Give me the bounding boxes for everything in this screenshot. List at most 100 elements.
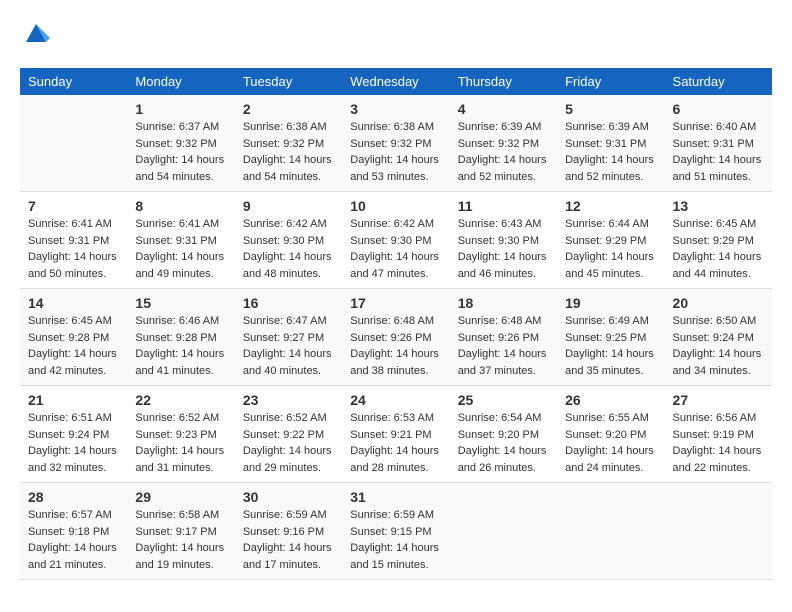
daylight-text: Daylight: 14 hours <box>673 346 764 363</box>
day-number: 18 <box>458 295 549 311</box>
day-number: 8 <box>135 198 226 214</box>
column-header-wednesday: Wednesday <box>342 68 449 95</box>
daylight-text: Daylight: 14 hours <box>135 346 226 363</box>
daylight-text: Daylight: 14 hours <box>673 152 764 169</box>
daylight-text: Daylight: 14 hours <box>135 540 226 557</box>
day-number: 4 <box>458 101 549 117</box>
daylight-minutes-text: and 15 minutes. <box>350 557 441 574</box>
daylight-minutes-text: and 52 minutes. <box>458 169 549 186</box>
sunset-text: Sunset: 9:29 PM <box>565 233 656 250</box>
calendar-cell <box>450 483 557 580</box>
calendar-cell <box>557 483 664 580</box>
day-number: 14 <box>28 295 119 311</box>
daylight-minutes-text: and 47 minutes. <box>350 266 441 283</box>
sunrise-text: Sunrise: 6:52 AM <box>135 410 226 427</box>
sunrise-text: Sunrise: 6:42 AM <box>350 216 441 233</box>
column-header-thursday: Thursday <box>450 68 557 95</box>
sunrise-text: Sunrise: 6:44 AM <box>565 216 656 233</box>
sunrise-text: Sunrise: 6:48 AM <box>458 313 549 330</box>
calendar-cell: 28Sunrise: 6:57 AMSunset: 9:18 PMDayligh… <box>20 483 127 580</box>
sunrise-text: Sunrise: 6:42 AM <box>243 216 334 233</box>
daylight-text: Daylight: 14 hours <box>350 443 441 460</box>
daylight-text: Daylight: 14 hours <box>135 443 226 460</box>
sunset-text: Sunset: 9:19 PM <box>673 427 764 444</box>
sunrise-text: Sunrise: 6:47 AM <box>243 313 334 330</box>
daylight-minutes-text: and 54 minutes. <box>135 169 226 186</box>
daylight-text: Daylight: 14 hours <box>135 249 226 266</box>
calendar-cell: 31Sunrise: 6:59 AMSunset: 9:15 PMDayligh… <box>342 483 449 580</box>
calendar-cell: 23Sunrise: 6:52 AMSunset: 9:22 PMDayligh… <box>235 386 342 483</box>
daylight-minutes-text: and 37 minutes. <box>458 363 549 380</box>
daylight-minutes-text: and 48 minutes. <box>243 266 334 283</box>
day-number: 23 <box>243 392 334 408</box>
sunrise-text: Sunrise: 6:41 AM <box>135 216 226 233</box>
day-number: 30 <box>243 489 334 505</box>
daylight-minutes-text: and 54 minutes. <box>243 169 334 186</box>
sunset-text: Sunset: 9:20 PM <box>565 427 656 444</box>
daylight-text: Daylight: 14 hours <box>565 152 656 169</box>
daylight-minutes-text: and 40 minutes. <box>243 363 334 380</box>
sunrise-text: Sunrise: 6:40 AM <box>673 119 764 136</box>
sunset-text: Sunset: 9:31 PM <box>135 233 226 250</box>
calendar-cell: 15Sunrise: 6:46 AMSunset: 9:28 PMDayligh… <box>127 289 234 386</box>
calendar-cell: 1Sunrise: 6:37 AMSunset: 9:32 PMDaylight… <box>127 95 234 192</box>
calendar-cell: 8 Sunrise: 6:41 AMSunset: 9:31 PMDaylight… <box>127 192 234 289</box>
sunset-text: Sunset: 9:29 PM <box>673 233 764 250</box>
calendar-cell <box>20 95 127 192</box>
sunrise-text: Sunrise: 6:48 AM <box>350 313 441 330</box>
sunrise-text: Sunrise: 6:46 AM <box>135 313 226 330</box>
sunset-text: Sunset: 9:20 PM <box>458 427 549 444</box>
daylight-minutes-text: and 38 minutes. <box>350 363 441 380</box>
daylight-text: Daylight: 14 hours <box>28 443 119 460</box>
day-number: 5 <box>565 101 656 117</box>
calendar-cell: 22 Sunrise: 6:52 AMSunset: 9:23 PMDayligh… <box>127 386 234 483</box>
daylight-text: Daylight: 14 hours <box>28 346 119 363</box>
daylight-text: Daylight: 14 hours <box>458 152 549 169</box>
calendar-cell: 11Sunrise: 6:43 AMSunset: 9:30 PMDayligh… <box>450 192 557 289</box>
logo-icon <box>22 20 50 48</box>
column-header-saturday: Saturday <box>665 68 772 95</box>
sunset-text: Sunset: 9:28 PM <box>135 330 226 347</box>
sunrise-text: Sunrise: 6:59 AM <box>243 507 334 524</box>
daylight-text: Daylight: 14 hours <box>350 152 441 169</box>
day-number: 24 <box>350 392 441 408</box>
sunset-text: Sunset: 9:15 PM <box>350 524 441 541</box>
column-header-monday: Monday <box>127 68 234 95</box>
sunset-text: Sunset: 9:28 PM <box>28 330 119 347</box>
logo <box>20 20 50 52</box>
day-number: 17 <box>350 295 441 311</box>
sunset-text: Sunset: 9:31 PM <box>28 233 119 250</box>
daylight-minutes-text: and 46 minutes. <box>458 266 549 283</box>
daylight-text: Daylight: 14 hours <box>350 346 441 363</box>
calendar-cell: 12Sunrise: 6:44 AMSunset: 9:29 PMDayligh… <box>557 192 664 289</box>
sunset-text: Sunset: 9:24 PM <box>673 330 764 347</box>
day-number: 22 <box>135 392 226 408</box>
sunset-text: Sunset: 9:23 PM <box>135 427 226 444</box>
daylight-text: Daylight: 14 hours <box>243 443 334 460</box>
daylight-text: Daylight: 14 hours <box>28 540 119 557</box>
sunrise-text: Sunrise: 6:57 AM <box>28 507 119 524</box>
daylight-text: Daylight: 14 hours <box>243 249 334 266</box>
sunrise-text: Sunrise: 6:37 AM <box>135 119 226 136</box>
day-number: 1 <box>135 101 226 117</box>
sunrise-text: Sunrise: 6:45 AM <box>28 313 119 330</box>
daylight-text: Daylight: 14 hours <box>458 249 549 266</box>
week-row-1: 1Sunrise: 6:37 AMSunset: 9:32 PMDaylight… <box>20 95 772 192</box>
week-row-3: 14Sunrise: 6:45 AMSunset: 9:28 PMDayligh… <box>20 289 772 386</box>
day-number: 11 <box>458 198 549 214</box>
sunset-text: Sunset: 9:32 PM <box>350 136 441 153</box>
day-number: 26 <box>565 392 656 408</box>
sunset-text: Sunset: 9:32 PM <box>243 136 334 153</box>
sunrise-text: Sunrise: 6:54 AM <box>458 410 549 427</box>
calendar-cell: 14 Sunrise: 6:45 AMSunset: 9:28 PMDayligh… <box>20 289 127 386</box>
daylight-minutes-text: and 31 minutes. <box>135 460 226 477</box>
sunset-text: Sunset: 9:31 PM <box>673 136 764 153</box>
column-header-tuesday: Tuesday <box>235 68 342 95</box>
calendar-cell: 16Sunrise: 6:47 AMSunset: 9:27 PMDayligh… <box>235 289 342 386</box>
sunrise-text: Sunrise: 6:45 AM <box>673 216 764 233</box>
calendar-cell: 6Sunrise: 6:40 AMSunset: 9:31 PMDaylight… <box>665 95 772 192</box>
sunset-text: Sunset: 9:30 PM <box>243 233 334 250</box>
calendar-cell: 24Sunrise: 6:53 AMSunset: 9:21 PMDayligh… <box>342 386 449 483</box>
sunset-text: Sunset: 9:21 PM <box>350 427 441 444</box>
calendar-table: SundayMondayTuesdayWednesdayThursdayFrid… <box>20 68 772 580</box>
